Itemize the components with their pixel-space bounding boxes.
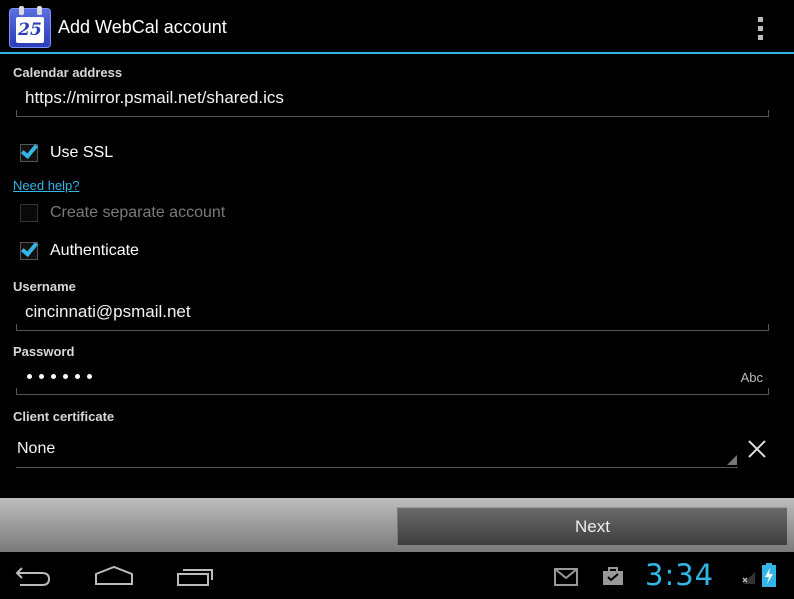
checkmark-icon [20,238,39,258]
password-dot [63,374,68,379]
gmail-icon[interactable] [554,568,578,590]
username-input[interactable]: cincinnati@psmail.net [16,297,769,331]
calendar-day-number: 25 [16,17,44,43]
system-navigation-bar: 3:34 [0,552,794,599]
password-label: Password [13,344,75,359]
password-dot [87,374,92,379]
password-mask [27,374,99,380]
username-label: Username [13,279,76,294]
clock: 3:34 [645,558,715,592]
password-dot [75,374,80,379]
calendar-address-label: Calendar address [13,65,123,80]
password-dot [51,374,56,379]
screen: 25 Add WebCal account Calendar address h… [0,0,794,599]
home-icon[interactable] [93,562,135,594]
recent-apps-icon[interactable] [175,562,215,594]
overflow-menu-icon[interactable] [752,15,770,41]
spinner-arrow-icon [727,455,737,465]
calendar-address-value: https://mirror.psmail.net/shared.ics [25,88,284,107]
shopping-bag-icon[interactable] [602,566,624,590]
no-signal-icon [741,564,757,590]
checkmark-icon [20,140,39,160]
next-button[interactable]: Next [397,507,787,545]
calendar-ring-icon [19,6,24,15]
back-icon[interactable] [14,562,54,594]
calendar-ring-icon [37,6,42,15]
password-input[interactable]: Abc [16,361,769,395]
calendar-address-input[interactable]: https://mirror.psmail.net/shared.ics [16,83,769,117]
password-dot [39,374,44,379]
client-certificate-label: Client certificate [13,409,115,424]
action-bar: 25 Add WebCal account [0,0,794,54]
use-ssl-label: Use SSL [50,144,114,161]
input-type-hint: Abc [740,370,763,385]
use-ssl-checkbox[interactable] [20,140,39,162]
battery-charging-icon [761,562,777,592]
username-value: cincinnati@psmail.net [25,302,191,321]
need-help-link[interactable]: Need help? [13,178,80,193]
button-bar: Next [0,498,794,552]
client-certificate-value: None [17,440,56,457]
authenticate-checkbox[interactable] [20,238,39,260]
page-title: Add WebCal account [58,17,227,37]
clear-certificate-button[interactable] [744,436,770,462]
authenticate-label: Authenticate [50,242,139,259]
close-icon [748,440,766,458]
client-certificate-spinner[interactable]: None [16,430,738,468]
separate-account-label: Create separate account [50,204,226,221]
password-dot [27,374,32,379]
separate-account-checkbox [20,204,38,222]
calendar-icon[interactable]: 25 [9,6,51,48]
